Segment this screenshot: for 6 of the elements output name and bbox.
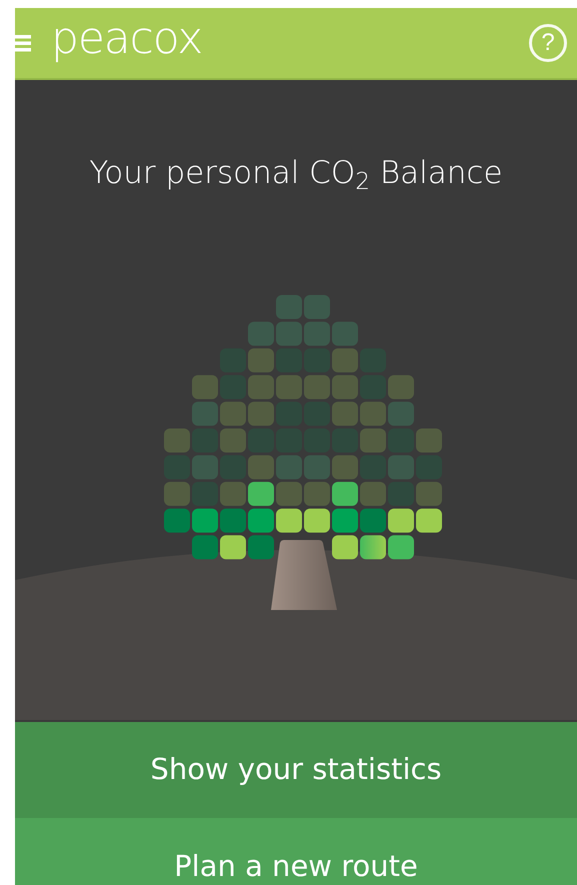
plan-route-button[interactable]: Plan a new route bbox=[15, 818, 577, 885]
menu-icon[interactable] bbox=[15, 34, 31, 52]
app-logo: peacox bbox=[51, 17, 202, 61]
statistics-button[interactable]: Show your statistics bbox=[15, 722, 577, 818]
help-button[interactable]: ? bbox=[529, 24, 567, 62]
page-title: Your personal CO$_{2}$ Balance bbox=[88, 154, 504, 196]
